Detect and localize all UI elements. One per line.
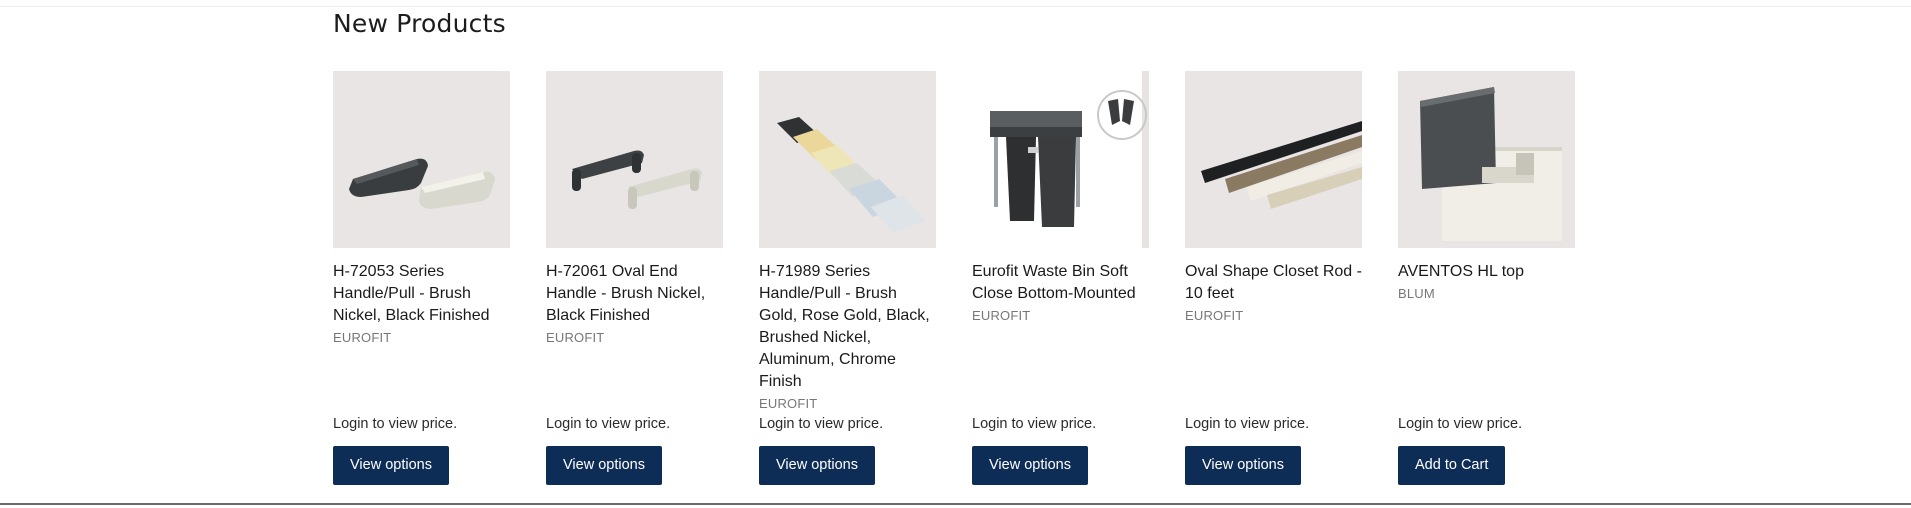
product-image[interactable] [333,71,510,248]
product-brand: EUROFIT [972,308,1031,323]
product-name-text[interactable]: H-71989 Series Handle/Pull - Brush Gold,… [759,263,930,390]
product-image[interactable] [1185,71,1362,248]
product-name-text[interactable]: Oval Shape Closet Rod - 10 feet [1185,263,1362,302]
view-options-button[interactable]: View options [333,446,449,485]
product-image[interactable] [972,71,1149,248]
product-card: Eurofit Waste Bin Soft Close Bottom-Moun… [972,71,1149,491]
product-brand: EUROFIT [1185,308,1244,323]
price-note: Login to view price. [333,416,458,432]
product-card: H-72061 Oval End Handle - Brush Nickel, … [546,71,723,491]
price-note: Login to view price. [759,416,884,432]
product-name-text[interactable]: H-72061 Oval End Handle - Brush Nickel, … [546,263,705,324]
product-name-text[interactable]: H-72053 Series Handle/Pull - Brush Nicke… [333,263,490,324]
product-card: H-72053 Series Handle/Pull - Brush Nicke… [333,71,510,491]
product-card: Oval Shape Closet Rod - 10 feet EUROFIT … [1185,71,1362,491]
product-brand: BLUM [1398,286,1435,301]
product-brand: EUROFIT [546,330,605,345]
view-options-button[interactable]: View options [759,446,875,485]
product-image[interactable] [1398,71,1575,248]
product-card: AVENTOS HL top BLUM Login to view price.… [1398,71,1575,491]
product-name[interactable]: Oval Shape Closet Rod - 10 feet EUROFIT [1185,261,1365,327]
product-name[interactable]: AVENTOS HL top BLUM [1398,261,1578,305]
section-title: New Products [333,9,506,38]
product-brand: EUROFIT [759,396,818,411]
product-brand: EUROFIT [333,330,392,345]
price-note: Login to view price. [1398,416,1523,432]
view-options-button[interactable]: View options [546,446,662,485]
price-note: Login to view price. [972,416,1097,432]
top-divider [0,6,1911,7]
view-options-button[interactable]: View options [972,446,1088,485]
product-image[interactable] [546,71,723,248]
product-name-text[interactable]: AVENTOS HL top [1398,263,1524,280]
product-name[interactable]: H-72061 Oval End Handle - Brush Nickel, … [546,261,726,349]
product-card: H-71989 Series Handle/Pull - Brush Gold,… [759,71,936,491]
product-name-text[interactable]: Eurofit Waste Bin Soft Close Bottom-Moun… [972,263,1136,302]
add-to-cart-button[interactable]: Add to Cart [1398,446,1506,485]
price-note: Login to view price. [546,416,671,432]
price-note: Login to view price. [1185,416,1310,432]
product-name[interactable]: Eurofit Waste Bin Soft Close Bottom-Moun… [972,261,1152,327]
product-image[interactable] [759,71,936,248]
view-options-button[interactable]: View options [1185,446,1301,485]
bottom-divider [0,503,1911,505]
product-name[interactable]: H-71989 Series Handle/Pull - Brush Gold,… [759,261,939,415]
product-name[interactable]: H-72053 Series Handle/Pull - Brush Nicke… [333,261,513,349]
product-grid: H-72053 Series Handle/Pull - Brush Nicke… [333,71,1575,491]
